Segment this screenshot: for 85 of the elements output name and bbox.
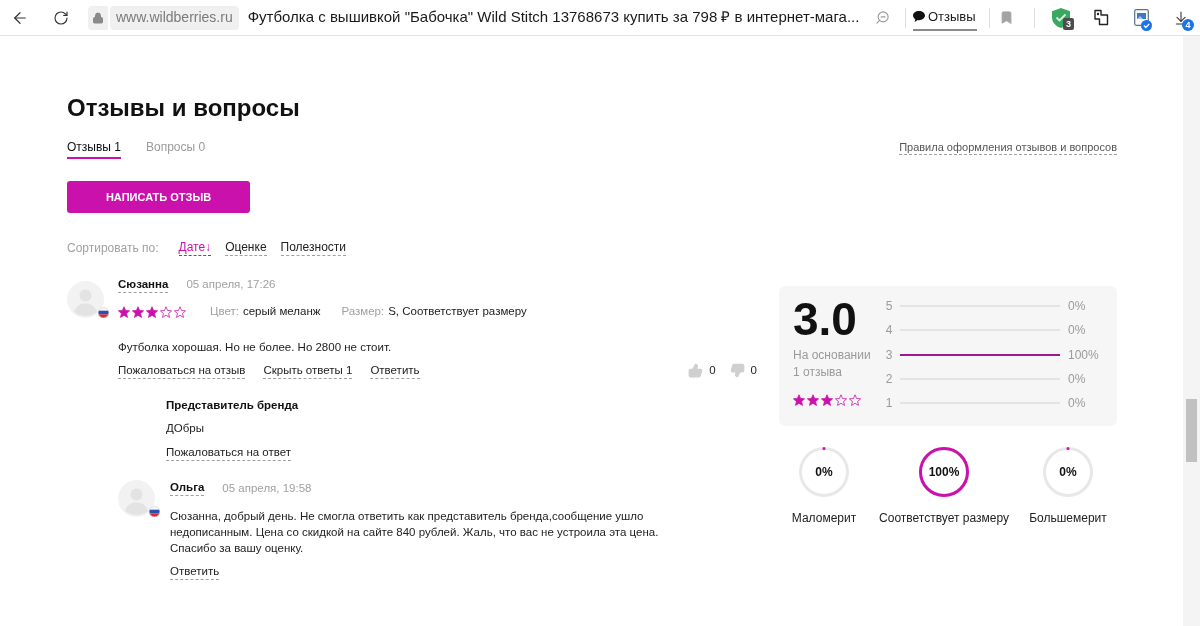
flag-icon xyxy=(98,307,109,318)
review-action-link[interactable]: Скрыть ответы 1 xyxy=(263,362,353,379)
scrollbar[interactable] xyxy=(1183,36,1200,626)
write-review-button[interactable]: НАПИСАТЬ ОТЗЫВ xyxy=(67,181,250,213)
avatar-icon xyxy=(118,480,155,518)
size-fit-ring xyxy=(1043,447,1093,497)
average-rating: 3.0 xyxy=(793,296,858,342)
size-fit-label: Большемерит xyxy=(1029,510,1107,526)
rating-percent: 0% xyxy=(1068,395,1086,413)
star-icon xyxy=(793,394,805,406)
sort-option[interactable]: Оценке xyxy=(225,240,267,256)
rating-caption: На основании xyxy=(793,347,872,364)
review-action-link[interactable]: Ответить xyxy=(370,362,420,379)
star-icon xyxy=(132,306,144,318)
dislike-count: 0 xyxy=(750,363,757,378)
rating-percent: 0% xyxy=(1068,371,1086,389)
extension-button[interactable]: 3 xyxy=(1045,3,1077,32)
size-fit-ring xyxy=(799,447,849,497)
star-outline-icon xyxy=(174,306,186,318)
page-heading: Отзывы и вопросы xyxy=(67,94,301,122)
sort-option[interactable]: Дате↓ xyxy=(178,240,212,256)
reviews-button[interactable]: Отзывы xyxy=(913,4,977,31)
downloads-badge: 4 xyxy=(1182,18,1194,31)
size-fit-ring xyxy=(919,447,969,497)
rating-percent: 0% xyxy=(1068,298,1086,316)
rating-percent: 100% xyxy=(1068,346,1099,364)
star-icon xyxy=(807,394,819,406)
size-label: Размер: xyxy=(341,304,385,320)
thumbs-up-icon xyxy=(688,363,704,379)
sort-option[interactable]: Полезности xyxy=(280,240,346,256)
dislike-button[interactable]: 0 xyxy=(729,362,757,380)
color-label: Цвет: xyxy=(210,304,239,320)
size-value: S, Соответствует размеру xyxy=(388,304,527,320)
check-badge-icon xyxy=(1141,19,1152,31)
extension-icon xyxy=(1092,9,1110,26)
review-action-link[interactable]: Пожаловаться на отзыв xyxy=(118,362,246,379)
star-level-label: 1 xyxy=(884,395,894,413)
reply-action-link[interactable]: Ответить xyxy=(170,564,220,581)
color-value: серый меланж xyxy=(242,304,321,320)
avatar-icon xyxy=(67,281,104,318)
rules-link[interactable]: Правила оформления отзывов и вопросов xyxy=(899,140,1117,155)
like-count: 0 xyxy=(709,363,716,378)
sort-label: Сортировать по: xyxy=(67,240,159,256)
star-icon xyxy=(821,394,833,406)
page-title: Футболка с вышивкой "Бабочка" Wild Stitch 13768673 купить за 798 ₽ в интернет-мага... xyxy=(247,7,860,28)
review-text: Футболка хорошая. Но не более. Но 2800 не стоит. xyxy=(118,340,393,355)
size-fit-percent: 100% xyxy=(928,465,960,479)
reply-date: 05 апреля, 19:58 xyxy=(222,480,312,496)
author-name[interactable]: Ольга xyxy=(170,480,205,497)
tab[interactable]: Отзывы 1 xyxy=(67,139,121,159)
zoom-out-icon xyxy=(874,10,890,25)
like-button[interactable]: 0 xyxy=(688,362,716,380)
reply-text: ДОбры xyxy=(166,421,204,437)
speech-bubble-icon xyxy=(913,11,925,22)
address-bar-url[interactable]: www.wildberries.ru xyxy=(110,5,239,30)
flag-icon xyxy=(149,506,160,518)
size-fit-label: Соответствует размеру xyxy=(879,510,1009,526)
reload-icon xyxy=(53,9,69,26)
size-fit-percent: 0% xyxy=(815,465,833,479)
image-icon xyxy=(1133,9,1149,26)
reply-author: Представитель бренда xyxy=(166,398,299,414)
rating-caption: 1 отзыва xyxy=(793,364,843,381)
star-level-label: 3 xyxy=(884,346,894,364)
star-level-label: 2 xyxy=(884,371,894,389)
downloads-button[interactable]: 4 xyxy=(1165,3,1197,32)
size-fit-label: Маломерит xyxy=(791,510,857,526)
star-outline-icon xyxy=(835,394,847,406)
star-level-label: 4 xyxy=(884,322,894,340)
rating-percent: 0% xyxy=(1068,322,1086,340)
star-outline-icon xyxy=(160,306,172,318)
star-icon xyxy=(118,306,130,318)
lock-icon[interactable] xyxy=(88,5,108,30)
bookmark-icon xyxy=(998,10,1014,25)
star-outline-icon xyxy=(849,394,861,406)
review-date: 05 апреля, 17:26 xyxy=(186,277,276,293)
star-icon xyxy=(146,306,158,318)
star-level-label: 5 xyxy=(884,298,894,316)
thumbs-down-icon xyxy=(729,363,745,379)
reply-text: Сюзанна, добрый день. Не смогла ответить как представитель бренда,сообщение ушло недописанным. Цена со скидкой на сайте 840 рублей. Жаль, что вас не устроила эта цена. Спасибо за вашу оценку. xyxy=(170,509,660,557)
extension-badge: 3 xyxy=(1063,17,1074,30)
reply-action-link[interactable]: Пожаловаться на ответ xyxy=(166,445,292,462)
author-name[interactable]: Сюзанна xyxy=(118,277,169,293)
scrollbar-thumb[interactable] xyxy=(1186,399,1197,462)
size-fit-percent: 0% xyxy=(1059,465,1077,479)
download-icon xyxy=(1173,9,1189,26)
